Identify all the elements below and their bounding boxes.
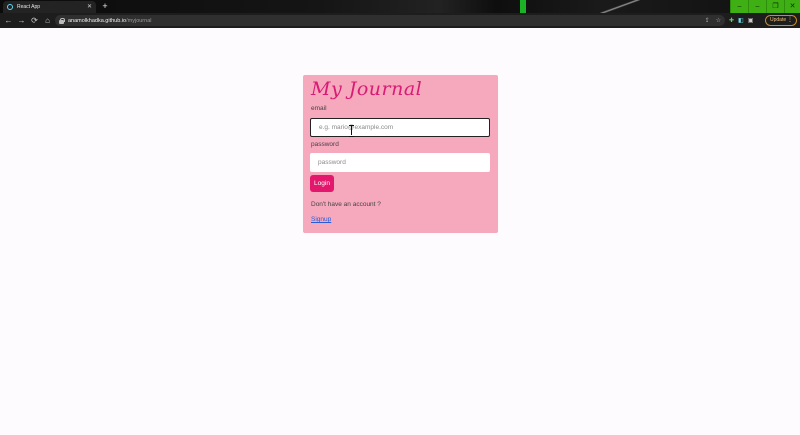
minimize-button[interactable]: – — [730, 0, 748, 13]
password-field[interactable] — [310, 153, 490, 172]
sidebar-panel-icon[interactable]: ◧ — [738, 17, 744, 24]
url-host: anamolkhadka.github.io — [68, 17, 127, 24]
bookmark-star-icon[interactable]: ☆ — [716, 17, 721, 24]
forward-button[interactable]: → — [15, 13, 28, 28]
login-button[interactable]: Login — [310, 175, 334, 192]
address-bar[interactable]: anamolkhadka.github.io /myjournal ⇪ ☆ — [55, 15, 725, 26]
extensions-area: ✚ ◧ ▣ — [729, 13, 753, 28]
tab-close-icon[interactable]: ✕ — [87, 4, 92, 10]
new-tab-button[interactable]: + — [100, 2, 110, 11]
reload-button[interactable]: ⟳ — [28, 13, 41, 28]
close-window-button[interactable]: ✕ — [784, 0, 800, 13]
text-cursor-icon — [349, 125, 354, 137]
email-label: email — [311, 105, 327, 112]
email-field[interactable] — [310, 118, 490, 137]
app-title: My Journal — [311, 78, 423, 100]
wallpaper-streak — [520, 0, 526, 13]
browser-tab-strip: React App ✕ + – – ❐ ✕ — [0, 0, 800, 13]
lock-icon[interactable] — [59, 17, 65, 24]
minimize-button[interactable]: – — [748, 0, 766, 13]
omnibox-actions: ⇪ ☆ — [705, 15, 721, 26]
browser-toolbar: ← → ⟳ ⌂ anamolkhadka.github.io /myjourna… — [0, 13, 800, 28]
window-controls: – – ❐ ✕ — [730, 0, 800, 13]
react-favicon-icon — [7, 4, 13, 10]
wallpaper-streak — [600, 0, 640, 13]
extension-puzzle-icon[interactable]: ✚ — [729, 17, 734, 24]
password-label: password — [311, 141, 339, 148]
tab-title: React App — [17, 4, 41, 10]
restore-button[interactable]: ❐ — [766, 0, 784, 13]
home-button[interactable]: ⌂ — [41, 13, 54, 28]
signup-link[interactable]: Signup — [311, 216, 331, 223]
update-label: Update — [770, 17, 787, 23]
browser-tab-active[interactable]: React App ✕ — [3, 1, 96, 13]
browser-update-button[interactable]: Update ⋮ — [765, 15, 797, 26]
menu-kebab-icon[interactable]: ⋮ — [787, 16, 793, 25]
url-path: /myjournal — [126, 17, 152, 24]
no-account-text: Don't have an account ? — [311, 201, 381, 208]
login-card: My Journal email password Login Don't ha… — [303, 75, 498, 233]
back-button[interactable]: ← — [2, 13, 15, 28]
profile-icon[interactable]: ▣ — [748, 17, 754, 24]
share-icon[interactable]: ⇪ — [705, 17, 710, 24]
